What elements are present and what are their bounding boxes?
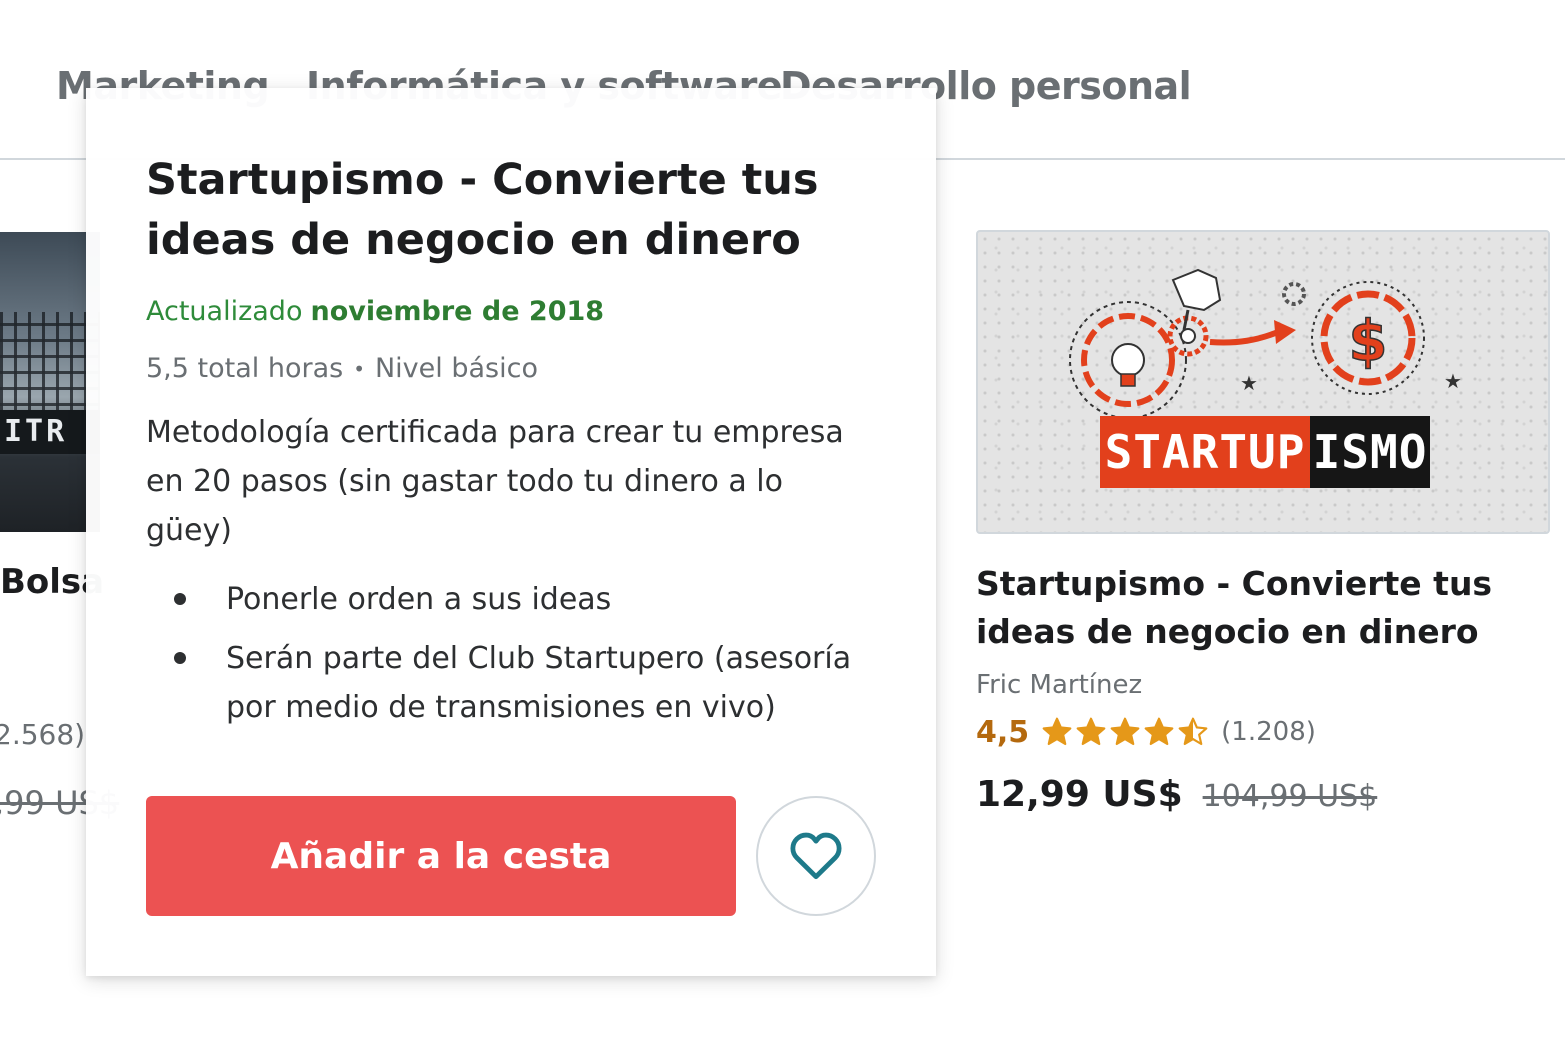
wishlist-button[interactable]	[756, 796, 876, 916]
star-icon	[1076, 717, 1106, 746]
course-duration: 5,5 total horas	[146, 353, 344, 384]
add-to-cart-button[interactable]: Añadir a la cesta	[146, 796, 736, 916]
price-row: 12,99 US$ 104,99 US$	[976, 774, 1552, 815]
rating-value: 4,5	[976, 714, 1030, 750]
building-grid	[0, 312, 100, 422]
rating-row: 4,5 (1.208)	[976, 712, 1552, 752]
meta-separator: •	[353, 356, 365, 381]
startupismo-illustration: $ ★ ★	[1069, 268, 1462, 488]
course-meta: 5,5 total horas • Nivel básico	[146, 353, 876, 384]
course-description: Metodología certificada para crear tu em…	[146, 415, 844, 548]
course-title[interactable]: Startupismo - Convierte tus ideas de neg…	[976, 560, 1536, 656]
star-rating	[1041, 716, 1209, 748]
objective-text: Ponerle orden a sus ideas	[226, 582, 612, 617]
popover-title[interactable]: Startupismo - Convierte tus ideas de neg…	[146, 150, 886, 270]
popover-actions: Añadir a la cesta	[146, 796, 876, 916]
course-card[interactable]: $ ★ ★ STARTUP ISMO Startupismo - Convier…	[976, 230, 1552, 815]
updated-date: Actualizado noviembre de 2018	[146, 296, 876, 327]
svg-text:$: $	[1349, 309, 1388, 374]
updated-label: Actualizado	[146, 296, 303, 327]
objective-item: Serán parte del Club Startupero (asesorí…	[146, 634, 876, 732]
svg-text:★: ★	[1240, 371, 1258, 395]
thumbnail-wordmark: STARTUP ISMO	[1100, 416, 1430, 488]
star-icon	[1110, 717, 1140, 746]
objective-text: Serán parte del Club Startupero (asesorí…	[226, 641, 852, 725]
heart-icon	[790, 832, 842, 880]
course-level: Nivel básico	[374, 353, 538, 384]
star-icon	[1178, 717, 1208, 746]
thumbnail-text-black: ISMO	[1312, 425, 1428, 479]
star-icon	[1144, 717, 1174, 746]
thumbnail-text-red: STARTUP	[1104, 425, 1306, 479]
bullet-icon	[174, 652, 186, 664]
price-original: 104,99 US$	[1202, 779, 1378, 814]
course-thumbnail[interactable]: $ ★ ★ STARTUP ISMO	[976, 230, 1550, 534]
svg-text:★: ★	[1444, 369, 1462, 393]
updated-date-value: noviembre de 2018	[310, 296, 605, 327]
left-thumb-sign: ITR	[0, 410, 100, 454]
course-author: Fric Martínez	[976, 670, 1143, 700]
price-current: 12,99 US$	[976, 774, 1183, 815]
objective-item: Ponerle orden a sus ideas	[146, 575, 876, 624]
left-course-thumbnail[interactable]: ITR	[0, 232, 100, 532]
course-preview-popover: Startupismo - Convierte tus ideas de neg…	[86, 88, 936, 976]
rating-count: (1.208)	[1221, 717, 1316, 747]
star-icon	[1042, 717, 1072, 746]
left-rating-count: 2.568)	[0, 718, 86, 751]
objectives-list: Ponerle orden a sus ideas Serán parte de…	[146, 575, 876, 732]
page: Marketing Informática y software Desarro…	[0, 0, 1565, 1054]
bullet-icon	[174, 593, 186, 605]
